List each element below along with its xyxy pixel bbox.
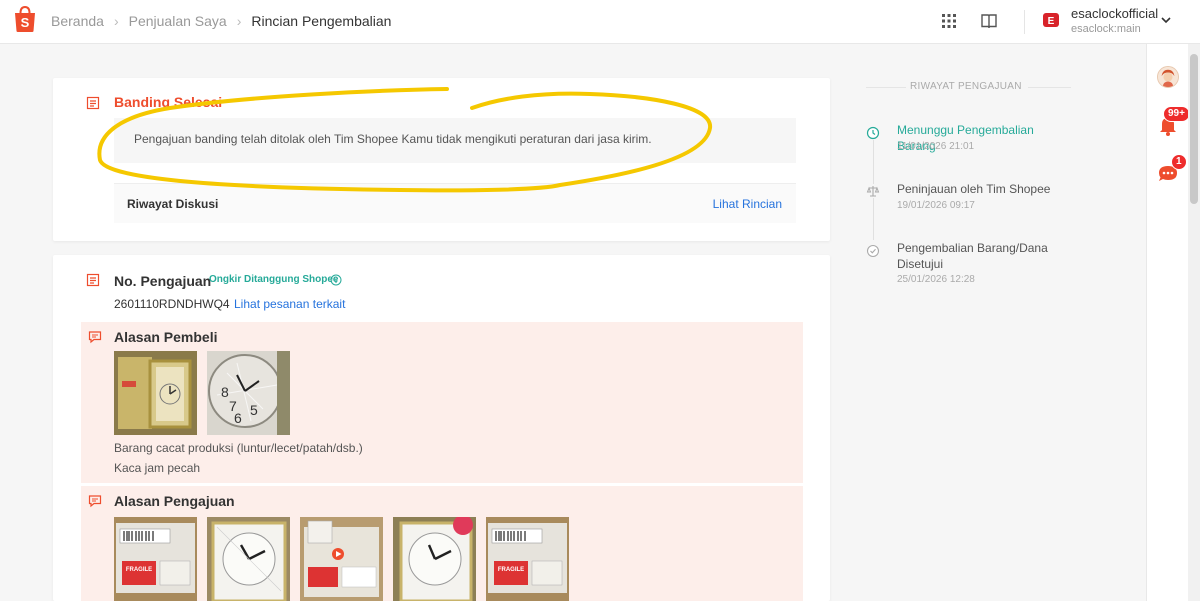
svg-text:E: E [1048, 16, 1055, 27]
breadcrumb-penjualan-saya[interactable]: Penjualan Saya [129, 13, 227, 29]
seller-photo-4[interactable]: FRAGILE [486, 517, 569, 601]
timeline-step-3-title: Pengembalian Barang/Dana [897, 241, 1048, 255]
chat-bubble-icon [88, 495, 102, 508]
timeline-step-3-title-line2: Disetujui [897, 257, 944, 271]
chevron-right-icon: › [236, 13, 242, 29]
check-circle-icon [866, 244, 880, 258]
scrollbar-thumb[interactable] [1190, 54, 1198, 204]
timeline-header-rule [1028, 87, 1071, 88]
top-divider [1024, 10, 1025, 34]
riwayat-pengajuan-timeline: RIWAYAT PENGAJUAN Menunggu Pengembalian … [866, 78, 1071, 308]
svg-text:7: 7 [229, 398, 237, 414]
breadcrumb-beranda[interactable]: Beranda [51, 13, 104, 29]
timeline-step-3-time: 25/01/2026 12:28 [897, 274, 975, 285]
svg-text:8: 8 [221, 384, 229, 400]
chat-badge: 1 [1171, 154, 1187, 170]
seller-video-thumbnail[interactable] [300, 517, 383, 601]
timeline-step-1-time: 11/01/2026 21:01 [897, 141, 975, 152]
page-scrollbar[interactable] [1188, 44, 1200, 601]
timeline-header: RIWAYAT PENGAJUAN [866, 78, 1071, 96]
banding-notice: Pengajuan banding telah ditolak oleh Tim… [114, 118, 796, 163]
timeline-connector [873, 140, 874, 184]
fragile-label-1: FRAGILE [126, 567, 152, 573]
seller-photo-3[interactable] [393, 517, 476, 601]
timeline-header-text: RIWAYAT PENGAJUAN [910, 81, 1022, 92]
timeline-header-rule [866, 87, 906, 88]
buyer-photo-2[interactable]: 8 6 5 7 [207, 351, 290, 435]
apps-grid-icon[interactable] [940, 12, 958, 30]
svg-text:5: 5 [250, 402, 258, 418]
notification-badge: 99+ [1163, 106, 1190, 122]
timeline-connector [873, 198, 874, 240]
pengajuan-card: No. Pengajuan Ongkir Ditanggung Shopee 2… [53, 255, 830, 601]
seller-photo-1[interactable]: FRAGILE [114, 517, 197, 601]
chevron-right-icon: › [113, 13, 119, 29]
banding-card: Banding Selesai Pengajuan banding telah … [53, 78, 830, 241]
top-bar: S Beranda › Penjualan Saya › Rincian Pen… [0, 0, 1200, 44]
right-rail: 99+ 1 [1146, 44, 1190, 601]
info-icon[interactable] [330, 274, 342, 286]
book-icon[interactable] [980, 12, 998, 30]
clock-refresh-icon [866, 126, 880, 140]
user-avatar[interactable] [1157, 66, 1179, 88]
shop-avatar[interactable]: E [1040, 9, 1062, 31]
pengajuan-number: 2601110RDNDHWQ4 [114, 297, 230, 311]
breadcrumb-current: Rincian Pengembalian [251, 13, 392, 29]
banding-title: Banding Selesai [114, 94, 223, 110]
ongkir-tag: Ongkir Ditanggung Shopee [209, 274, 339, 285]
no-pengajuan-label: No. Pengajuan [114, 273, 212, 289]
balance-scale-icon [866, 186, 880, 197]
fragile-label-2: FRAGILE [498, 567, 524, 573]
breadcrumb: Beranda › Penjualan Saya › Rincian Penge… [51, 13, 391, 29]
chat-bubble-icon [88, 331, 102, 344]
shop-name[interactable]: esaclockofficial [1071, 6, 1158, 21]
document-icon [86, 273, 100, 287]
lihat-rincian-link[interactable]: Lihat Rincian [713, 197, 782, 211]
timeline-step-2-title: Peninjauan oleh Tim Shopee [897, 182, 1051, 196]
alasan-pembeli-title: Alasan Pembeli [114, 329, 218, 345]
buyer-photo-1[interactable] [114, 351, 197, 435]
svg-text:S: S [21, 15, 30, 30]
alasan-pembeli-section: Alasan Pembeli 8 6 5 7 Barang cacat prod… [81, 322, 803, 483]
buyer-reason: Barang cacat produksi (luntur/lecet/pata… [114, 441, 363, 455]
banding-message: Pengajuan banding telah ditolak oleh Tim… [134, 132, 652, 146]
seller-photo-2[interactable] [207, 517, 290, 601]
chevron-down-icon[interactable] [1160, 14, 1172, 26]
document-icon [86, 96, 100, 110]
shopee-logo[interactable]: S [13, 5, 37, 33]
shop-sub-account: esaclock:main [1071, 23, 1141, 35]
riwayat-diskusi-label: Riwayat Diskusi [127, 197, 219, 211]
buyer-note: Kaca jam pecah [114, 461, 201, 475]
riwayat-diskusi-row: Riwayat Diskusi Lihat Rincian [114, 183, 796, 223]
alasan-pengajuan-title: Alasan Pengajuan [114, 493, 235, 509]
alasan-pengajuan-section: Alasan Pengajuan FRAGILE FRAGILE [81, 486, 803, 601]
timeline-step-2-time: 19/01/2026 09:17 [897, 200, 975, 211]
lihat-pesanan-link[interactable]: Lihat pesanan terkait [234, 297, 345, 311]
